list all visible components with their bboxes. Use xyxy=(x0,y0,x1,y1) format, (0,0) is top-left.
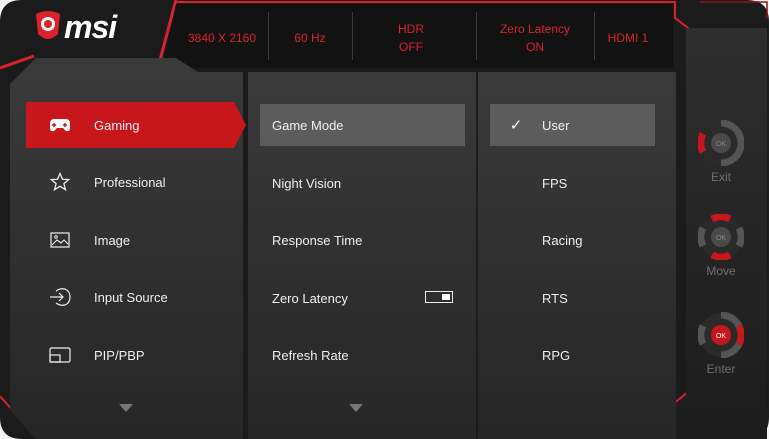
move-key[interactable]: OK Move xyxy=(695,214,747,278)
scroll-down-arrow-icon[interactable] xyxy=(349,404,363,412)
category-professional[interactable]: Professional xyxy=(26,159,234,205)
category-input-source[interactable]: Input Source xyxy=(26,274,234,320)
image-icon xyxy=(48,230,72,250)
options-menu: ✓ User FPS Racing RTS RPG xyxy=(478,72,676,439)
hdr-status: HDR OFF xyxy=(352,10,470,66)
toggle-knob xyxy=(442,293,450,300)
option-label: RPG xyxy=(542,347,571,363)
option-label: Racing xyxy=(542,232,583,248)
setting-refresh-rate[interactable]: Refresh Rate xyxy=(260,334,465,376)
exit-label: Exit xyxy=(710,170,731,184)
exit-key[interactable]: OK Exit xyxy=(695,120,747,184)
enter-label: Enter xyxy=(706,362,736,376)
hdr-label: HDR xyxy=(398,22,424,36)
option-rts[interactable]: RTS xyxy=(490,277,655,319)
star-icon xyxy=(48,172,72,192)
option-label: FPS xyxy=(542,175,568,191)
brand-logo: msi xyxy=(64,9,117,45)
osd-window: msi 3840 X 2160 60 Hz HDR OFF Zero Laten… xyxy=(0,0,769,439)
enter-key[interactable]: OK Enter xyxy=(695,312,747,376)
zero-latency-value: ON xyxy=(526,40,544,54)
option-user[interactable]: ✓ User xyxy=(490,104,655,146)
input-value: HDMI 1 xyxy=(607,31,649,45)
resolution-status: 3840 X 2160 xyxy=(176,10,268,66)
hdr-value: OFF xyxy=(399,40,423,54)
zero-latency-label: Zero Latency xyxy=(499,22,571,36)
move-label: Move xyxy=(706,264,736,278)
scroll-down-arrow-icon[interactable] xyxy=(119,404,133,412)
enter-key-icon: OK xyxy=(698,312,744,358)
setting-label: Zero Latency xyxy=(272,290,348,306)
category-label: Image xyxy=(94,232,131,248)
zero-latency-toggle[interactable] xyxy=(425,291,453,303)
setting-zero-latency[interactable]: Zero Latency xyxy=(260,277,465,319)
setting-game-mode[interactable]: Game Mode xyxy=(260,104,465,146)
input-source-icon xyxy=(48,287,72,307)
category-label: PIP/PBP xyxy=(94,347,145,363)
setting-label: Response Time xyxy=(272,232,363,248)
category-gaming[interactable]: Gaming xyxy=(26,102,246,148)
category-image[interactable]: Image xyxy=(26,217,234,263)
move-key-icon: OK xyxy=(698,214,744,260)
option-label: User xyxy=(542,117,570,133)
exit-key-icon: OK xyxy=(698,120,744,166)
option-rpg[interactable]: RPG xyxy=(490,334,655,376)
category-menu: Gaming Professional Image Input Source P… xyxy=(10,72,246,439)
ok-key-label: OK xyxy=(716,333,726,340)
pip-pbp-icon xyxy=(48,345,72,365)
ok-key-label: OK xyxy=(716,235,726,242)
zero-latency-status: Zero Latency ON xyxy=(476,10,594,66)
selection-arrow xyxy=(234,102,246,148)
refresh-status: 60 Hz xyxy=(268,10,352,66)
setting-night-vision[interactable]: Night Vision xyxy=(260,162,465,204)
option-fps[interactable]: FPS xyxy=(490,162,655,204)
category-label: Gaming xyxy=(94,117,140,133)
option-racing[interactable]: Racing xyxy=(490,219,655,261)
msi-dragon-shield-icon xyxy=(36,11,60,39)
setting-label: Game Mode xyxy=(272,117,344,133)
setting-label: Refresh Rate xyxy=(272,347,349,363)
checkmark-icon: ✓ xyxy=(509,117,523,134)
setting-label: Night Vision xyxy=(272,175,342,191)
setting-response-time[interactable]: Response Time xyxy=(260,219,465,261)
gamepad-icon xyxy=(48,115,72,135)
option-label: RTS xyxy=(542,290,568,306)
refresh-value: 60 Hz xyxy=(294,31,326,45)
ok-key-label: OK xyxy=(716,141,726,148)
category-label: Input Source xyxy=(94,289,168,305)
category-pip-pbp[interactable]: PIP/PBP xyxy=(26,332,234,378)
category-label: Professional xyxy=(94,174,166,190)
settings-menu: Game Mode Night Vision Response Time Zer… xyxy=(248,72,476,439)
input-status: HDMI 1 xyxy=(594,10,662,66)
resolution-value: 3840 X 2160 xyxy=(187,31,257,45)
